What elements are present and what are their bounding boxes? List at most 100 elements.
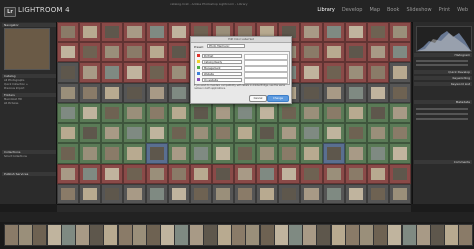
photo-cell[interactable] xyxy=(256,123,279,144)
photo-cell[interactable] xyxy=(322,163,345,184)
photo-cell[interactable] xyxy=(167,42,190,63)
photo-cell[interactable] xyxy=(123,163,146,184)
photo-cell[interactable] xyxy=(278,163,301,184)
photo-cell[interactable] xyxy=(366,163,389,184)
filmstrip-thumbnail[interactable] xyxy=(401,224,417,246)
filmstrip-thumbnail[interactable] xyxy=(117,224,133,246)
photo-cell[interactable] xyxy=(344,123,367,144)
module-library[interactable]: Library xyxy=(317,7,334,13)
photo-cell[interactable] xyxy=(234,123,257,144)
filmstrip-thumbnail[interactable] xyxy=(131,224,147,246)
publish-services-header[interactable]: Publish Services xyxy=(2,172,56,176)
photo-cell[interactable] xyxy=(145,62,168,83)
label-field-purple[interactable]: On website xyxy=(202,77,242,82)
photo-cell[interactable] xyxy=(57,123,80,144)
filmstrip-thumbnail[interactable] xyxy=(359,224,374,246)
photo-cell[interactable] xyxy=(167,62,190,83)
photo-cell[interactable] xyxy=(344,163,367,184)
photo-cell[interactable] xyxy=(57,62,80,83)
photo-cell[interactable] xyxy=(344,42,367,63)
photo-cell[interactable] xyxy=(123,82,146,103)
photo-cell[interactable] xyxy=(101,183,124,204)
label-field-green[interactable]: Management xyxy=(202,65,242,70)
module-web[interactable]: Web xyxy=(457,7,468,13)
label-field-red[interactable]: Portrait xyxy=(202,53,242,58)
filmstrip-thumbnail[interactable] xyxy=(288,224,303,246)
photo-cell[interactable] xyxy=(189,183,212,204)
folder-item[interactable]: LR Pictures xyxy=(4,102,52,105)
photo-cell[interactable] xyxy=(167,163,190,184)
filmstrip-thumbnail[interactable] xyxy=(302,224,318,246)
comments-header[interactable]: Comments xyxy=(414,160,472,164)
filmstrip-thumbnail[interactable] xyxy=(202,224,218,246)
photo-cell[interactable] xyxy=(167,22,190,43)
photo-cell[interactable] xyxy=(145,22,168,43)
photo-cell[interactable] xyxy=(145,183,168,204)
keywording-header[interactable]: Keywording xyxy=(414,76,472,80)
filmstrip-thumbnail[interactable] xyxy=(146,224,161,246)
photo-cell[interactable] xyxy=(344,82,367,103)
module-book[interactable]: Book xyxy=(387,7,399,13)
photo-cell[interactable] xyxy=(322,102,345,124)
filmstrip-thumbnail[interactable] xyxy=(89,224,105,246)
photo-cell[interactable] xyxy=(388,183,411,204)
photo-cell[interactable] xyxy=(57,22,80,43)
photo-cell[interactable] xyxy=(101,62,124,83)
photo-cell[interactable] xyxy=(145,42,168,63)
navigator-header[interactable]: Navigator xyxy=(2,23,56,27)
photo-cell[interactable] xyxy=(278,183,301,204)
filmstrip-thumbnail[interactable] xyxy=(46,224,62,246)
photo-cell[interactable] xyxy=(300,163,323,184)
photo-cell[interactable] xyxy=(211,123,234,144)
photo-cell[interactable] xyxy=(300,102,323,124)
photo-cell[interactable] xyxy=(57,183,80,204)
photo-cell[interactable] xyxy=(344,143,367,164)
photo-cell[interactable] xyxy=(388,123,411,144)
photo-cell[interactable] xyxy=(101,42,124,63)
photo-cell[interactable] xyxy=(388,62,411,83)
photo-cell[interactable] xyxy=(322,42,345,63)
label-field-blue[interactable]: Website xyxy=(202,71,242,76)
photo-cell[interactable] xyxy=(145,102,168,124)
module-develop[interactable]: Develop xyxy=(342,7,363,13)
photo-cell[interactable] xyxy=(57,42,80,63)
label-field-yellow[interactable]: Catalog Ready xyxy=(202,59,242,64)
filmstrip-thumbnail[interactable] xyxy=(387,224,403,246)
filmstrip-thumbnail[interactable] xyxy=(330,224,346,246)
photo-cell[interactable] xyxy=(322,82,345,103)
catalog-item[interactable]: Previous Import xyxy=(4,87,52,90)
photo-cell[interactable] xyxy=(366,82,389,103)
photo-cell[interactable] xyxy=(123,143,146,164)
quick-develop-header[interactable]: Quick Develop xyxy=(414,70,472,74)
filmstrip-thumbnail[interactable] xyxy=(444,224,460,246)
filmstrip-thumbnail[interactable] xyxy=(103,224,119,246)
collections-header[interactable]: Collections xyxy=(2,150,56,154)
photo-cell[interactable] xyxy=(256,143,279,164)
photo-cell[interactable] xyxy=(322,123,345,144)
photo-cell[interactable] xyxy=(79,62,102,83)
photo-cell[interactable] xyxy=(366,183,389,204)
filmstrip-thumbnail[interactable] xyxy=(217,224,232,246)
photo-cell[interactable] xyxy=(79,42,102,63)
histogram-header[interactable]: Histogram xyxy=(414,53,472,57)
photo-cell[interactable] xyxy=(101,82,124,103)
filmstrip-thumbnail[interactable] xyxy=(188,224,204,246)
filmstrip-thumbnail[interactable] xyxy=(316,224,332,246)
photo-cell[interactable] xyxy=(322,183,345,204)
filmstrip-thumbnail[interactable] xyxy=(344,224,360,246)
metadata-header[interactable]: Metadata xyxy=(414,100,472,104)
catalog-header[interactable]: Catalog xyxy=(2,74,56,78)
photo-cell[interactable] xyxy=(79,163,102,184)
folder-item[interactable]: Macintosh HD xyxy=(4,98,52,101)
change-button[interactable]: Change xyxy=(267,95,289,102)
photo-cell[interactable] xyxy=(322,143,345,164)
photo-cell[interactable] xyxy=(57,143,80,164)
photo-cell[interactable] xyxy=(123,42,146,63)
keyword-list-header[interactable]: Keyword List xyxy=(414,82,472,86)
cancel-button[interactable]: Cancel xyxy=(249,95,267,102)
module-slideshow[interactable]: Slideshow xyxy=(406,7,431,13)
photo-cell[interactable] xyxy=(300,22,323,43)
photo-cell[interactable] xyxy=(234,102,257,124)
preset-select[interactable]: Photo Mechanic xyxy=(207,44,245,48)
folders-header[interactable]: Folders xyxy=(2,93,56,97)
